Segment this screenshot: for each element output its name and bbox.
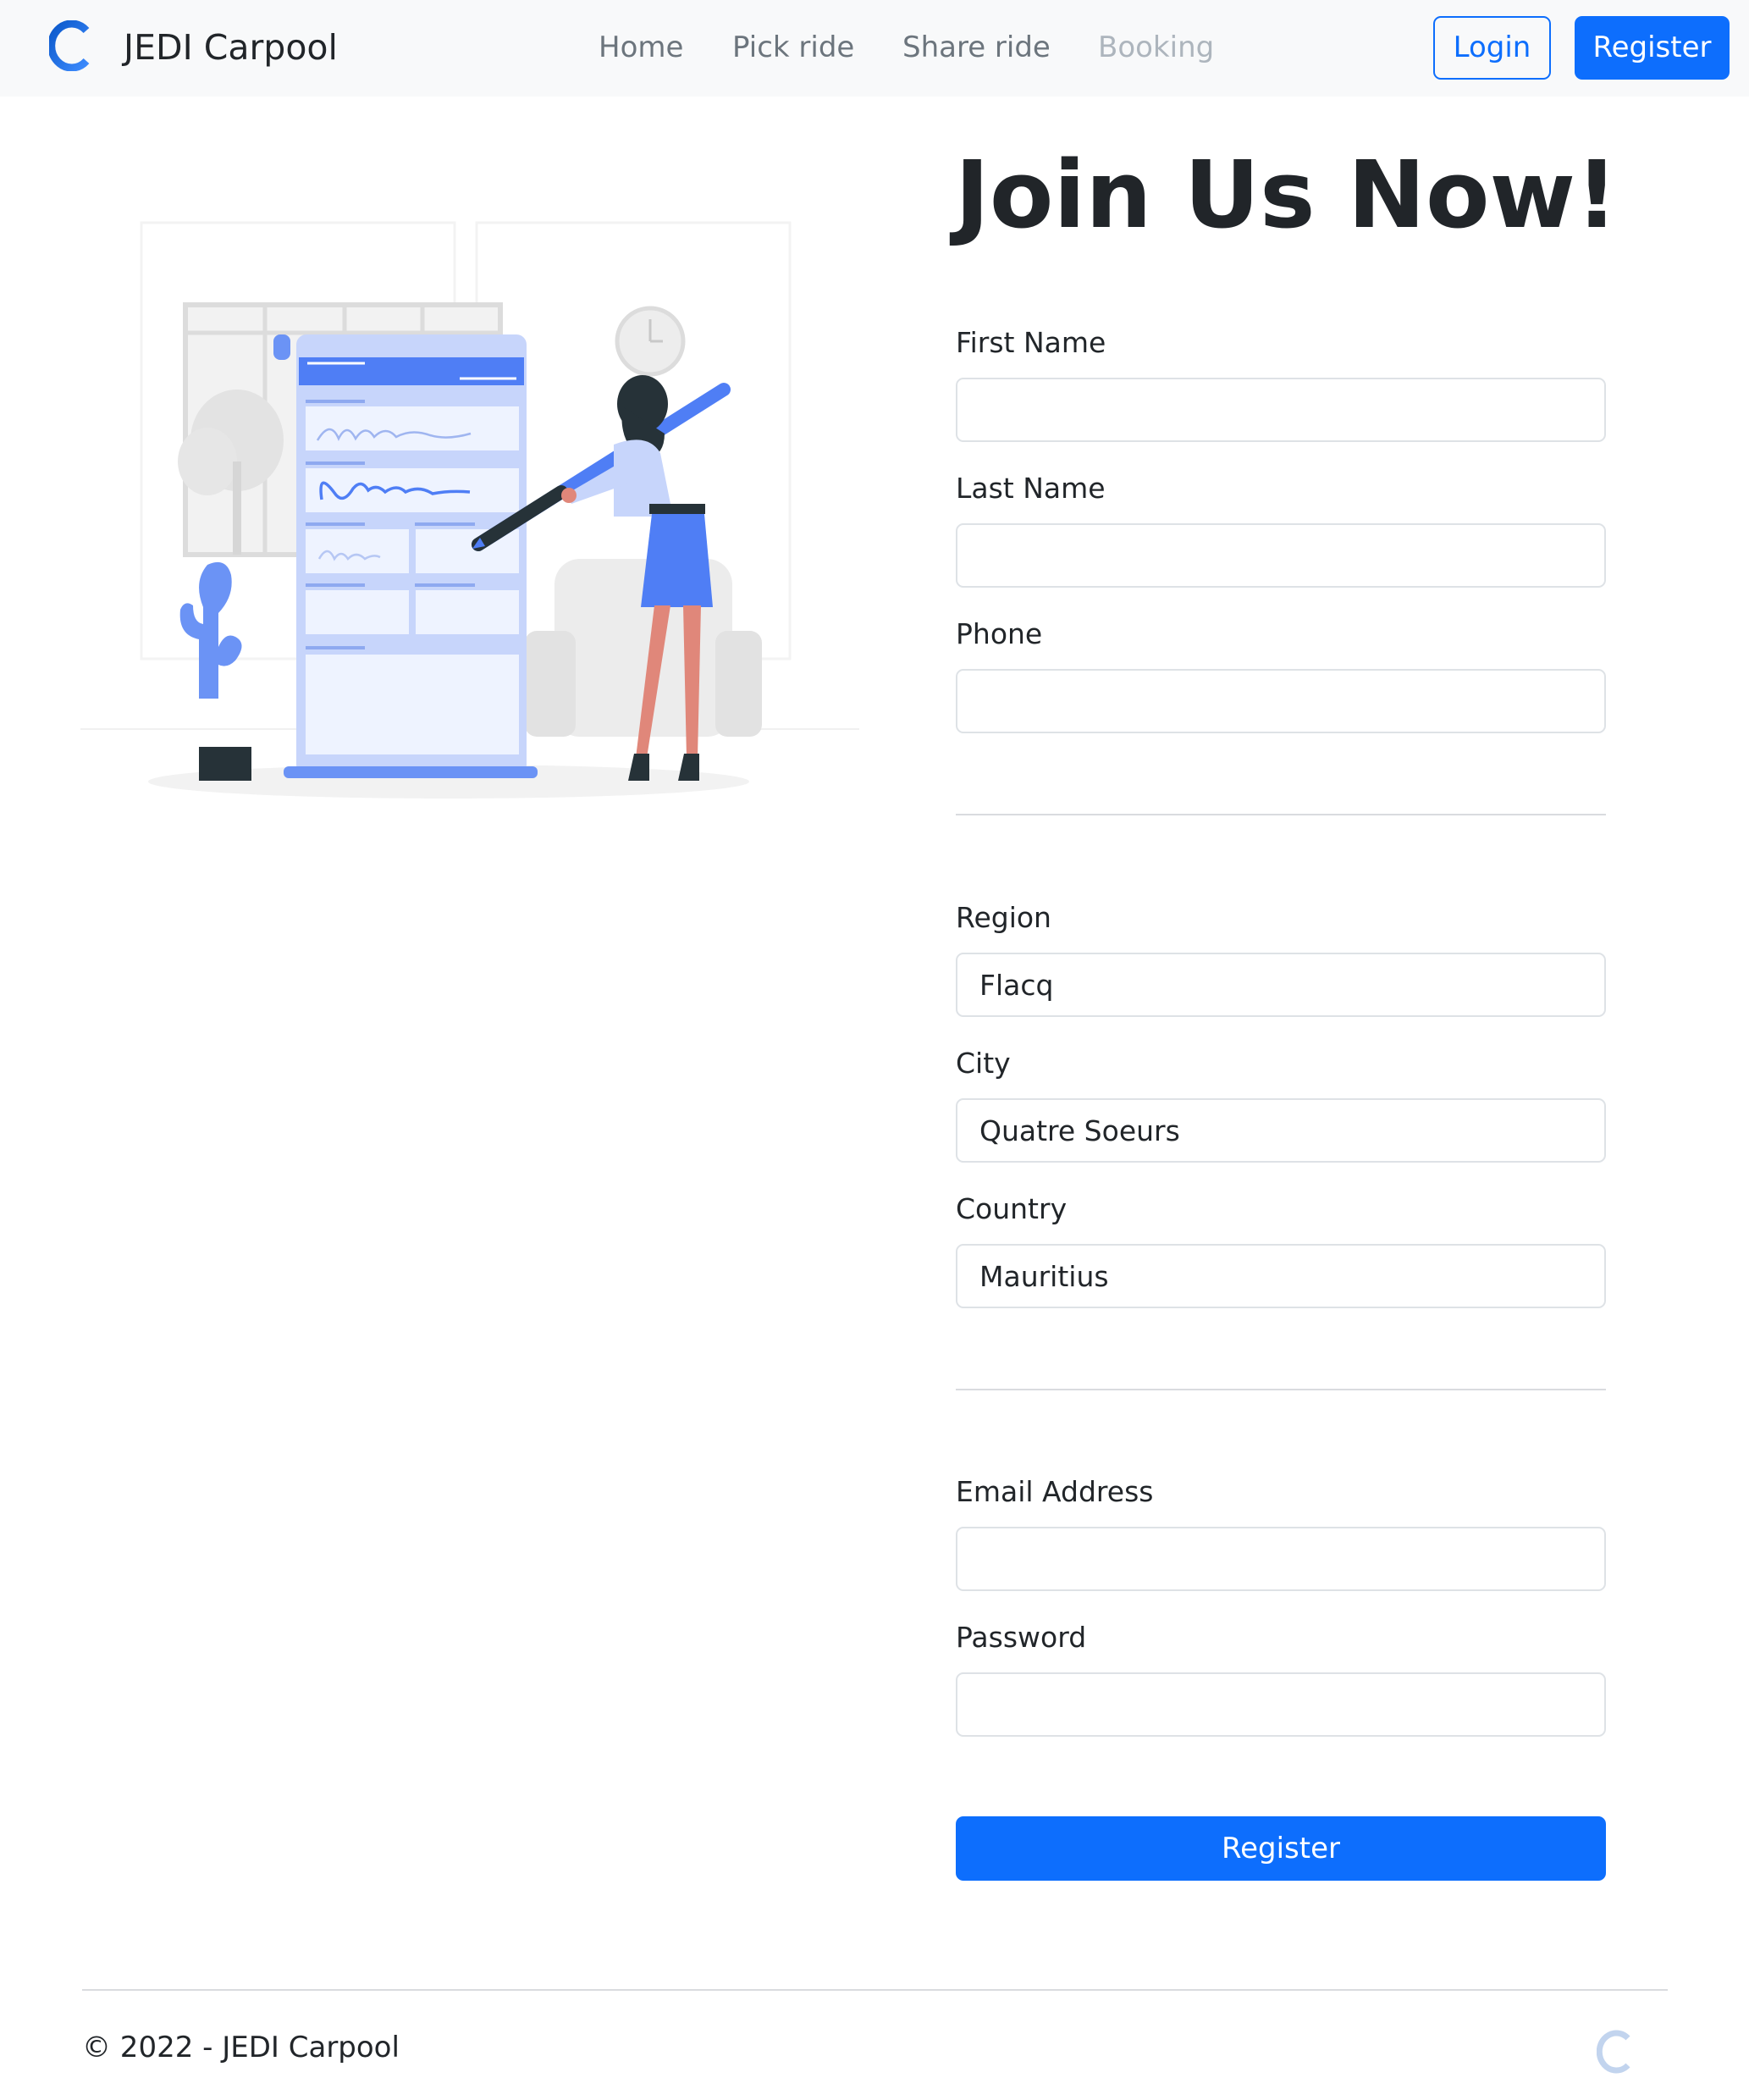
login-button[interactable]: Login (1433, 16, 1551, 80)
phone-label: Phone (956, 617, 1043, 650)
navbar: JEDI Carpool Home Pick ride Share ride B… (0, 0, 1749, 97)
region-field[interactable] (956, 953, 1606, 1017)
phone-field[interactable] (956, 669, 1606, 733)
register-submit-button[interactable]: Register (956, 1816, 1606, 1881)
brand-name[interactable]: JEDI Carpool (124, 24, 338, 71)
country-field[interactable] (956, 1244, 1606, 1308)
c-logo-icon[interactable] (1597, 2029, 1634, 2075)
register-nav-button[interactable]: Register (1575, 16, 1730, 80)
country-label: Country (956, 1192, 1068, 1225)
first-name-field[interactable] (956, 378, 1606, 442)
email-label: Email Address (956, 1475, 1154, 1508)
region-label: Region (956, 901, 1051, 934)
first-name-label: First Name (956, 326, 1106, 359)
page-title: Join Us Now! (955, 141, 1619, 249)
nav-link-share-ride[interactable]: Share ride (902, 27, 1051, 68)
last-name-label: Last Name (956, 472, 1106, 505)
city-label: City (956, 1047, 1011, 1080)
section-divider (956, 1389, 1606, 1390)
woman-signing-form-illustration (80, 221, 859, 799)
nav-link-booking: Booking (1098, 30, 1215, 64)
city-field[interactable] (956, 1098, 1606, 1163)
footer-divider (82, 1989, 1668, 1991)
footer-copyright: © 2022 - JEDI Carpool (82, 2031, 400, 2064)
password-label: Password (956, 1621, 1087, 1654)
email-field[interactable] (956, 1527, 1606, 1591)
nav-link-home[interactable]: Home (599, 27, 683, 68)
password-field[interactable] (956, 1672, 1606, 1737)
section-divider (956, 814, 1606, 815)
last-name-field[interactable] (956, 523, 1606, 588)
c-logo-icon[interactable] (49, 20, 93, 71)
nav-link-pick-ride[interactable]: Pick ride (732, 27, 854, 68)
